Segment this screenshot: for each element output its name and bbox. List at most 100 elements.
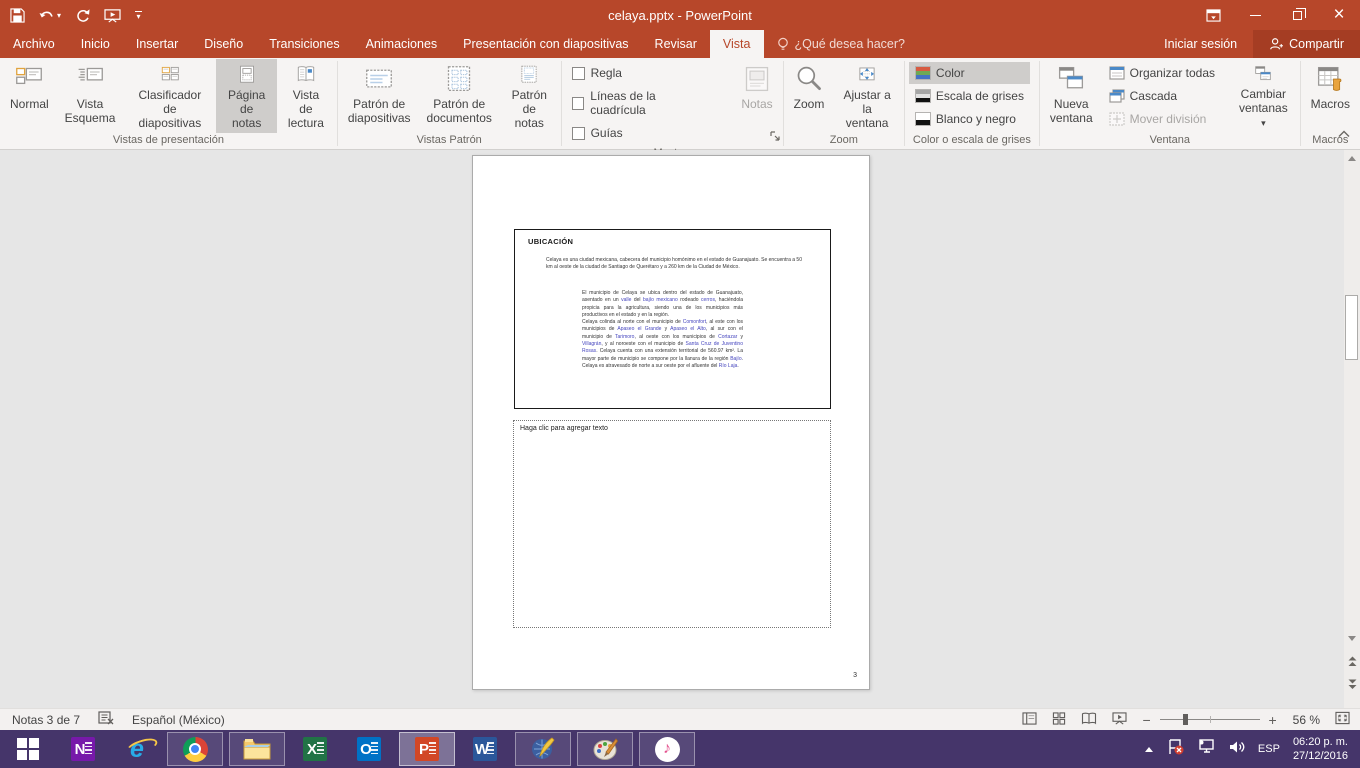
tray-expand-icon[interactable] [1144, 740, 1154, 758]
word-taskbar-button[interactable]: W [460, 730, 510, 768]
slide-master-icon [365, 65, 393, 93]
slide-paragraph: Celaya es una ciudad mexicana, cabecera … [546, 257, 806, 271]
slide-hyperlink: Bajío [730, 356, 741, 362]
handout-master-button[interactable]: Patrón de documentos [419, 59, 500, 133]
normal-view-icon[interactable] [1022, 712, 1037, 728]
new-window-button[interactable]: Nueva ventana [1042, 59, 1101, 133]
slide-sorter-button[interactable]: Clasificador de diapositivas [123, 59, 216, 133]
slide-hyperlink: bajío mexicano [643, 297, 678, 303]
customize-qat-icon[interactable]: ▾ [135, 11, 142, 19]
window-title: celaya.pptx - PowerPoint [0, 8, 1360, 23]
status-bar: Notas 3 de 7 Español (México) − + 56 % [0, 708, 1360, 730]
tab-inicio[interactable]: Inicio [68, 30, 123, 58]
onenote-taskbar-button[interactable]: N [58, 730, 108, 768]
paint-taskbar-button[interactable] [577, 732, 633, 766]
notes-page-button[interactable]: Página de notas [216, 59, 277, 133]
scrollbar-thumb[interactable] [1345, 295, 1358, 360]
tab-diseno[interactable]: Diseño [191, 30, 256, 58]
tab-transiciones[interactable]: Transiciones [256, 30, 352, 58]
reading-view-icon[interactable] [1081, 712, 1097, 728]
tell-me-box[interactable]: ¿Qué desea hacer? [764, 30, 919, 58]
fit-slide-to-window-icon[interactable] [1335, 711, 1350, 728]
slide-master-button[interactable]: Patrón de diapositivas [340, 59, 419, 133]
tab-insertar[interactable]: Insertar [123, 30, 191, 58]
save-icon[interactable] [10, 8, 25, 23]
show-dialog-launcher-icon[interactable] [770, 128, 780, 146]
undo-icon[interactable]: ▾ [39, 8, 61, 22]
notes-placeholder[interactable]: Haga clic para agregar texto [513, 420, 831, 628]
slide-text: y [737, 334, 743, 340]
vertical-scrollbar[interactable] [1344, 150, 1360, 708]
zoom-out-icon[interactable]: − [1142, 712, 1152, 728]
close-button[interactable]: × [1318, 0, 1360, 30]
sign-in-button[interactable]: Iniciar sesión [1148, 37, 1253, 51]
cascade-icon [1109, 89, 1125, 103]
zoom-in-icon[interactable]: + [1268, 712, 1278, 728]
arrange-all-button[interactable]: Organizar todas [1103, 62, 1221, 84]
file-explorer-taskbar-button[interactable] [229, 732, 285, 766]
restore-button[interactable] [1276, 0, 1318, 30]
group-macros: Macros Macros [1301, 58, 1360, 149]
notes-master-button[interactable]: Patrón de notas [500, 59, 559, 133]
internet-explorer-icon: e [130, 737, 144, 762]
start-button[interactable] [0, 730, 56, 768]
scroll-up-icon[interactable] [1344, 150, 1360, 167]
slideshow-view-icon[interactable] [1112, 712, 1127, 728]
group-label: Ventana [1042, 134, 1298, 149]
tab-vista[interactable]: Vista [710, 30, 764, 58]
spellcheck-icon[interactable] [98, 711, 114, 728]
slide-counter[interactable]: Notas 3 de 7 [12, 713, 80, 727]
fit-to-window-button[interactable]: Ajustar a la ventana [832, 59, 902, 133]
switch-windows-button[interactable]: Cambiar ventanas ▾ [1229, 59, 1298, 133]
macros-button[interactable]: Macros [1303, 59, 1358, 133]
guides-checkbox[interactable]: Guías [572, 126, 712, 140]
clock[interactable]: 06:20 p. m. 27/12/2016 [1293, 735, 1348, 763]
share-button[interactable]: Compartir [1253, 30, 1360, 58]
zoom-percentage[interactable]: 56 % [1293, 713, 1320, 727]
start-slideshow-icon[interactable] [104, 8, 121, 23]
globe-feather-app-taskbar-button[interactable] [515, 732, 571, 766]
minimize-button[interactable] [1234, 0, 1276, 30]
system-tray: ESP 06:20 p. m. 27/12/2016 [1144, 735, 1360, 763]
notes-page[interactable]: UBICACIÓN Celaya es una ciudad mexicana,… [472, 155, 870, 690]
language-indicator[interactable]: Español (México) [132, 713, 225, 727]
color-button[interactable]: Color [909, 62, 1030, 84]
collapse-ribbon-icon[interactable] [1338, 125, 1350, 143]
black-white-button[interactable]: Blanco y negro [909, 108, 1030, 130]
slide-thumbnail[interactable]: UBICACIÓN Celaya es una ciudad mexicana,… [514, 229, 831, 409]
slide-text: y [661, 326, 670, 332]
previous-slide-icon[interactable] [1344, 653, 1360, 670]
paint-icon [592, 737, 619, 762]
chrome-taskbar-button[interactable] [167, 732, 223, 766]
zoom-slider-thumb[interactable] [1183, 714, 1188, 725]
outline-view-button[interactable]: Vista Esquema [57, 59, 124, 133]
cascade-button[interactable]: Cascada [1103, 85, 1221, 107]
outlook-taskbar-button[interactable]: O [344, 730, 394, 768]
powerpoint-taskbar-button[interactable]: P [399, 732, 455, 766]
zoom-slider-track[interactable] [1160, 719, 1260, 720]
itunes-taskbar-button[interactable]: ♪ [639, 732, 695, 766]
tab-presentacion[interactable]: Presentación con diapositivas [450, 30, 641, 58]
next-slide-icon[interactable] [1344, 676, 1360, 693]
tab-animaciones[interactable]: Animaciones [353, 30, 451, 58]
normal-view-button[interactable]: Normal [2, 59, 57, 133]
slide-sorter-view-icon[interactable] [1052, 712, 1066, 728]
zoom-button[interactable]: Zoom [786, 59, 833, 133]
ruler-checkbox[interactable]: Regla [572, 66, 712, 80]
keyboard-language[interactable]: ESP [1258, 743, 1280, 755]
internet-explorer-taskbar-button[interactable]: e [112, 730, 162, 768]
reading-view-button[interactable]: Vista de lectura [277, 59, 335, 133]
network-icon[interactable] [1198, 739, 1216, 759]
tab-revisar[interactable]: Revisar [642, 30, 710, 58]
volume-icon[interactable] [1229, 740, 1245, 759]
ribbon-display-options-icon[interactable] [1192, 0, 1234, 30]
zoom-slider[interactable]: − + [1142, 712, 1278, 728]
tab-archivo[interactable]: Archivo [0, 30, 68, 58]
excel-taskbar-button[interactable]: X [290, 730, 340, 768]
grayscale-button[interactable]: Escala de grises [909, 85, 1030, 107]
undo-dropdown-icon[interactable]: ▾ [57, 11, 61, 20]
scroll-down-icon[interactable] [1344, 630, 1360, 647]
redo-icon[interactable] [75, 8, 90, 23]
gridlines-checkbox[interactable]: Líneas de la cuadrícula [572, 89, 712, 117]
action-center-icon[interactable] [1167, 739, 1185, 760]
